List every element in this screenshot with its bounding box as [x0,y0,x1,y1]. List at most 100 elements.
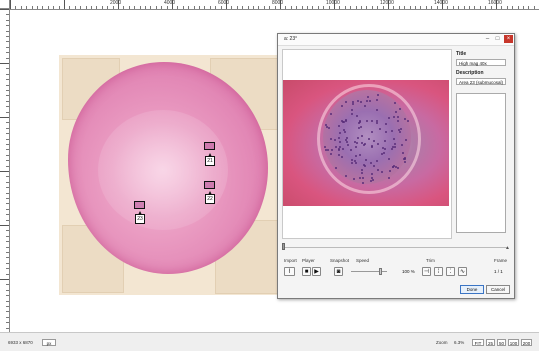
minimize-icon[interactable]: – [483,35,492,43]
nucleus-dot [394,110,397,113]
ruler-corner [0,0,10,9]
speed-slider-handle[interactable] [378,268,382,275]
snapshot-button[interactable]: ◙ [334,267,343,276]
marker-pin-21[interactable]: 21 [205,153,215,166]
ruler-tick [479,6,481,9]
ruler-tick [204,6,206,9]
ruler-tick [74,6,76,9]
ruler-tick [485,6,487,9]
trim-wave-button[interactable]: ∿ [458,267,467,276]
dialog-titlebar[interactable]: a: 23° – □ × [278,34,514,46]
ruler-tick [253,6,254,9]
marker-pin-23[interactable]: 23 [135,211,145,224]
nucleus-dot [372,178,375,181]
zoom-200-button[interactable]: 200 [521,339,532,346]
ruler-tick [6,187,9,189]
import-button[interactable]: ⌇ [284,267,295,276]
nucleus-dot [358,176,361,179]
ruler-tick [6,36,9,37]
ruler-tick [6,214,9,216]
ruler-tick [382,6,384,9]
snapshot-label: Snapshot [330,258,350,263]
trim-start-button[interactable]: ⊣ [422,267,431,276]
play-button[interactable]: ▶ [312,267,321,276]
cancel-button[interactable]: Cancel [486,285,510,294]
ruler-tick [47,6,49,9]
snapshot-viewer[interactable] [282,49,452,239]
ruler-tick [452,6,454,9]
nucleus-dot [337,136,340,139]
ruler-tick [42,6,44,9]
title-field[interactable]: High mag 40x [456,59,506,66]
ruler-tick [231,6,233,9]
play-icon: ▶ [314,269,319,275]
nucleus-dot [355,145,358,148]
horizontal-ruler: 2000 4000 6000 8000 10000 12000 14000 16000 [10,0,539,10]
ruler-tick [409,6,411,9]
close-icon[interactable]: × [504,35,513,43]
ruler-tick [6,219,9,221]
ruler-tick [101,6,103,9]
ruler-tick [209,6,211,9]
ruler-tick [6,322,9,324]
ruler-tick [6,235,9,237]
ruler-tick [312,6,314,9]
ruler-tick [263,6,265,9]
zoom-value: 6.3% [454,340,465,345]
roi-marker-21[interactable] [204,142,215,150]
timeline[interactable]: ▲ [282,242,510,254]
nucleus-dot [372,140,375,143]
zoom-50-button[interactable]: 50 [497,339,506,346]
roi-marker-22[interactable] [204,181,215,189]
speed-value: 100 % [402,269,415,274]
timeline-handle[interactable] [282,243,285,250]
ruler-tick [6,138,9,140]
ruler-tick [528,6,530,9]
ruler-tick [199,6,200,9]
ruler-tick [323,6,325,9]
done-button[interactable]: Done [460,285,484,294]
zoom-100-button[interactable]: 100 [508,339,519,346]
ruler-label: 14000 [434,0,448,6]
fit-icon: ⁚ [449,269,452,275]
ruler-tick [91,6,92,9]
trim-fit-button[interactable]: ⁚ [446,267,455,276]
coordinates-readout: 6933 x 6870 [8,340,33,345]
marker-pin-22[interactable]: 22 [205,191,215,204]
ruler-tick [69,6,71,9]
ruler-tick [512,6,514,9]
nucleus-dot [384,122,387,125]
ruler-tick [6,111,9,113]
ruler-tick [290,6,292,9]
ruler-tick [0,171,9,172]
ruler-tick [393,6,395,9]
roi-marker-23[interactable] [134,201,145,209]
description-field[interactable]: Area 23 (submucosal) [456,78,506,85]
ruler-tick [6,122,9,124]
trim-split-button[interactable]: ⁞ [434,267,443,276]
nucleus-dot [371,176,374,179]
nucleus-dot [378,128,381,131]
ruler-tick [6,79,9,81]
ruler-tick [6,160,9,162]
ruler-label: 6000 [218,0,230,6]
description-area[interactable] [456,93,506,233]
ruler-tick [469,6,470,9]
zoom-fit-button[interactable]: FIT [472,339,484,346]
unit-select[interactable]: px [42,339,56,346]
nucleus-dot [392,165,395,168]
ruler-tick [166,6,168,9]
ruler-tick [6,327,9,329]
ruler-tick [6,46,9,48]
ruler-tick [20,6,22,9]
maximize-icon[interactable]: □ [493,35,502,43]
ruler-tick [415,6,416,9]
ruler-tick [366,6,368,9]
ruler-tick [26,6,28,9]
zoom-25-button[interactable]: 25 [486,339,495,346]
timeline-end-icon: ▲ [505,245,510,251]
ruler-tick [6,198,9,199]
ruler-tick [6,306,9,307]
stop-button[interactable]: ■ [302,267,311,276]
ruler-tick [490,6,492,9]
